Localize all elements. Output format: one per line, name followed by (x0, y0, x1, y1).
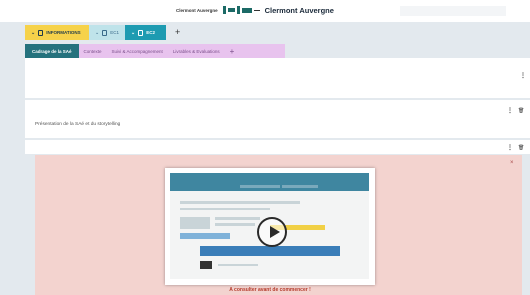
add-subtab-button[interactable]: + (225, 44, 240, 58)
tab-label: INFORMATIONS (46, 30, 81, 35)
more-options-icon[interactable]: ⋮ (507, 107, 513, 114)
thumbnail-decoration (282, 185, 318, 188)
add-tab-button[interactable]: + (175, 28, 180, 37)
section-title: Présentation de la SAé et du storytellin… (35, 122, 121, 127)
more-options-icon[interactable]: ⋮ (507, 144, 513, 151)
tab-label: EC2 (146, 30, 155, 35)
tab-ec1[interactable]: ⌄ EC1 (89, 25, 125, 40)
video-thumbnail (170, 173, 369, 279)
close-banner-button[interactable]: × (510, 160, 514, 166)
document-icon (138, 29, 144, 36)
content-section-1: ⋮ (25, 58, 530, 98)
thumbnail-blue-bar (200, 246, 340, 256)
chevron-down-icon: ⌄ (95, 29, 100, 36)
thumbnail-text-line (180, 201, 300, 204)
tab-label: EC1 (110, 30, 119, 35)
thumbnail-text-line (218, 264, 258, 266)
top-bar: Clermont Auvergne Clermont Auvergne (0, 0, 530, 22)
logo-mark-icon (222, 6, 260, 14)
header-right-area (400, 6, 506, 16)
content-section-2: ⋮ 🗑 Présentation de la SAé et du storyte… (25, 100, 530, 138)
thumbnail-text-line (215, 217, 260, 220)
thumbnail-text-line (215, 223, 255, 226)
tab-ec2[interactable]: ⌄ EC2 (125, 25, 166, 40)
chevron-down-icon: ⌄ (131, 29, 136, 36)
thumbnail-icon-block (200, 261, 212, 269)
sub-tab-bar: Cadrage de la SAé Contexte Suivi & Accom… (25, 44, 285, 58)
video-thumbnail-header (170, 173, 369, 191)
subtab-cadrage[interactable]: Cadrage de la SAé (25, 44, 79, 58)
main-tab-bar: ⌄ INFORMATIONS ⌄ EC1 ⌄ EC2 + (25, 25, 180, 40)
logo-big-text: Clermont Auvergne (264, 5, 334, 15)
university-logo: Clermont Auvergne Clermont Auvergne (176, 2, 334, 18)
trash-icon[interactable]: 🗑 (518, 145, 524, 151)
subtab-livrables[interactable]: Livrables & Evaluations (168, 44, 225, 58)
subtab-contexte[interactable]: Contexte (79, 44, 107, 58)
video-player[interactable] (165, 168, 375, 285)
play-icon[interactable] (257, 217, 287, 247)
banner-caption: A consulter avant de commencer ! (229, 287, 311, 293)
document-icon (102, 29, 108, 36)
trash-icon[interactable]: 🗑 (518, 108, 524, 114)
document-icon (38, 29, 44, 36)
thumbnail-logo-block (180, 217, 210, 229)
thumbnail-text-line (180, 208, 270, 210)
tab-informations[interactable]: ⌄ INFORMATIONS (25, 25, 89, 40)
chevron-down-icon: ⌄ (31, 29, 36, 36)
more-options-icon[interactable]: ⋮ (520, 72, 526, 79)
thumbnail-tag (180, 233, 230, 239)
thumbnail-decoration (240, 185, 280, 188)
subtab-suivi[interactable]: Suivi & Accompagnement (107, 44, 168, 58)
logo-small-text: Clermont Auvergne (176, 7, 218, 13)
content-section-3: ⋮ 🗑 (25, 140, 530, 154)
